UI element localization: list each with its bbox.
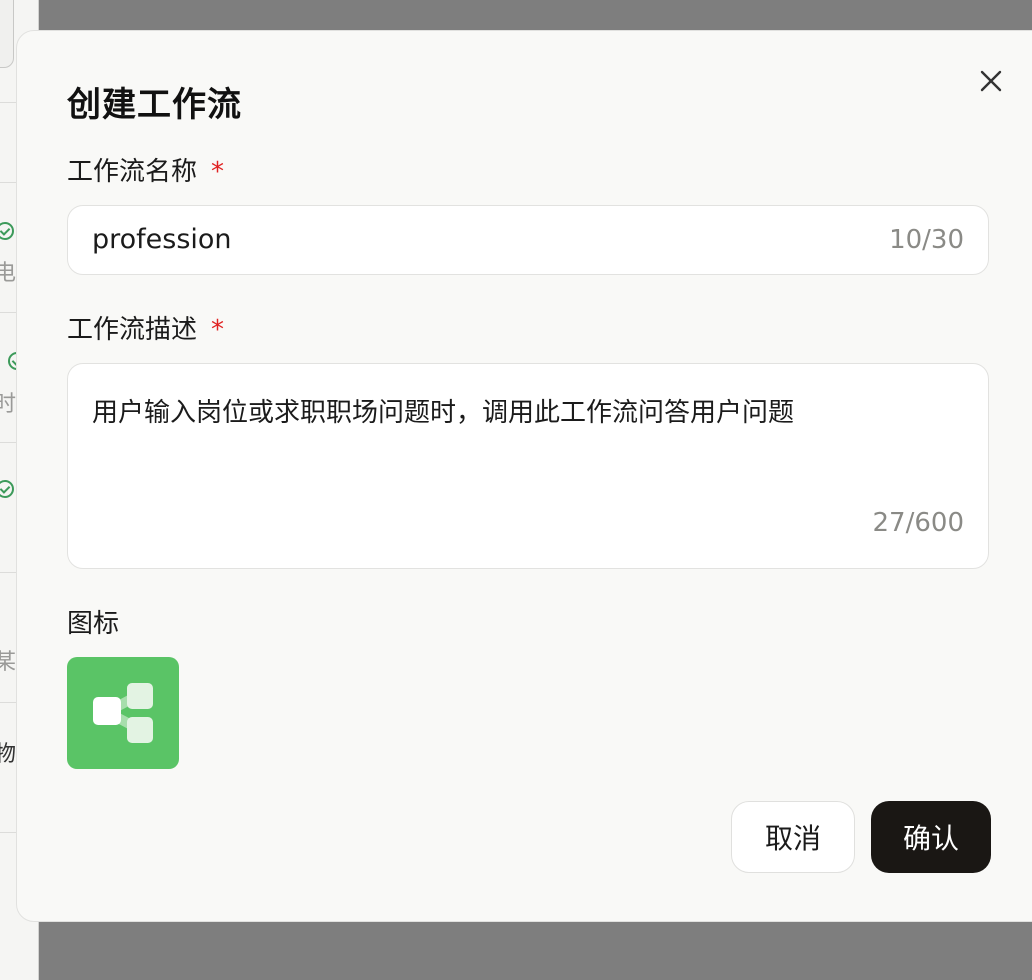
name-char-counter: 10/30 bbox=[889, 225, 964, 255]
confirm-button[interactable]: 确认 bbox=[871, 801, 991, 873]
icon-section-label: 图标 bbox=[67, 609, 120, 639]
name-input-value: profession bbox=[92, 224, 232, 255]
name-input[interactable]: profession 10/30 bbox=[67, 205, 989, 275]
description-textarea[interactable]: 用户输入岗位或求职职场问题时，调用此工作流问答用户问题 27/600 bbox=[67, 363, 989, 569]
workflow-icon-picker[interactable] bbox=[67, 657, 179, 769]
background-row-text: 时 bbox=[0, 392, 17, 417]
workflow-nodes-icon bbox=[93, 683, 153, 743]
background-row-text: 物 bbox=[0, 742, 17, 767]
name-field-label: 工作流名称 * bbox=[67, 157, 225, 187]
background-row-text: 电 bbox=[0, 261, 17, 286]
dialog-title: 创建工作流 bbox=[67, 85, 242, 125]
required-mark: * bbox=[211, 157, 225, 187]
description-textarea-value: 用户输入岗位或求职职场问题时，调用此工作流问答用户问题 bbox=[92, 398, 795, 428]
description-field-label: 工作流描述 * bbox=[67, 315, 225, 345]
cancel-button[interactable]: 取消 bbox=[731, 801, 855, 873]
required-mark: * bbox=[211, 315, 225, 345]
close-icon[interactable] bbox=[977, 67, 1005, 95]
description-char-counter: 27/600 bbox=[872, 508, 964, 538]
background-top-control bbox=[0, 0, 14, 68]
create-workflow-dialog: 创建工作流 工作流名称 * profession 10/30 工作流描述 * 用户输… bbox=[16, 30, 1032, 922]
background-row-text: 某 bbox=[0, 650, 17, 675]
